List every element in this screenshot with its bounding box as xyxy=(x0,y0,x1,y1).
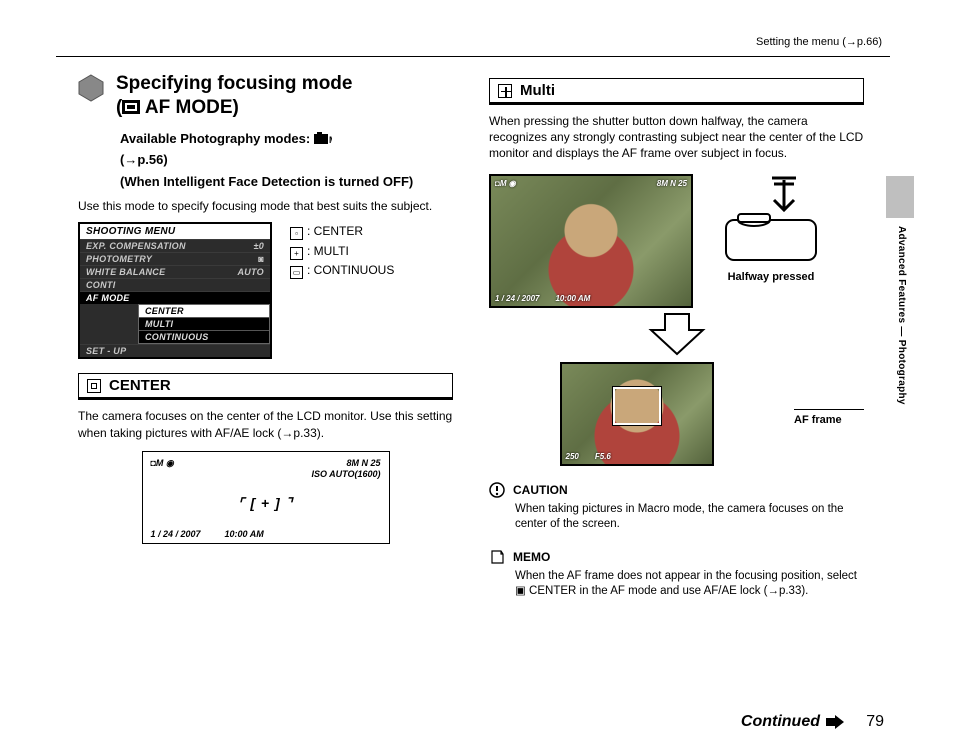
legend-center: : CENTER xyxy=(307,224,363,238)
multi-icon xyxy=(498,84,512,98)
shooting-menu-header: SHOOTING MENU xyxy=(80,224,270,239)
memo-heading: MEMO xyxy=(489,549,864,565)
multi-title: Multi xyxy=(520,82,555,99)
sample-photo-after: 250 F5.6 xyxy=(560,362,714,466)
lcd-mode: ◘M ◉ xyxy=(151,458,174,469)
center-glyph-icon: ▫ xyxy=(290,227,303,240)
hexagon-icon xyxy=(78,74,104,102)
caution-body: When taking pictures in Macro mode, the … xyxy=(515,502,864,533)
camera-mode-icon: M xyxy=(314,132,332,144)
right-column: Multi When pressing the shutter button d… xyxy=(489,72,864,719)
menu-and-legend: SHOOTING MENU EXP. COMPENSATION±0 PHOTOM… xyxy=(78,222,453,359)
photo2-shutter: 250 xyxy=(566,452,579,461)
side-section-label: Advanced Features — Photography xyxy=(896,226,907,405)
center-rule xyxy=(78,399,453,400)
photo1-date: 1 / 24 / 2007 xyxy=(495,294,539,303)
multi-section-heading: Multi xyxy=(489,78,864,104)
photo1-quality: 8M N 25 xyxy=(657,179,687,188)
content-columns: Specifying focusing mode ( AF MODE) Avai… xyxy=(78,72,864,719)
af-frame-callout: AF frame xyxy=(794,401,864,426)
lcd-time: 10:00 AM xyxy=(225,529,264,539)
center-lcd-preview: ◘M ◉ 8M N 25 ISO AUTO(1600) ⌜ [ + ] ⌝ 1 … xyxy=(142,451,390,544)
heading-line2b: AF MODE) xyxy=(140,97,239,118)
shutter-diagram: Halfway pressed xyxy=(711,174,831,283)
legend-continuous: : CONTINUOUS xyxy=(307,263,394,277)
menu-row-setup: SET - UP xyxy=(80,344,270,357)
submenu-multi: MULTI xyxy=(139,317,269,330)
available-modes-text: Available Photography modes: xyxy=(120,131,314,146)
af-mode-icon xyxy=(122,100,140,114)
multi-illustration-bottom: 250 F5.6 AF frame xyxy=(489,362,864,466)
center-body: The camera focuses on the center of the … xyxy=(78,408,453,440)
multi-illustration-top: ◘M ◉ 8M N 25 1 / 24 / 2007 10:00 AM xyxy=(489,174,864,308)
down-arrow-icon xyxy=(647,312,707,356)
multi-body: When pressing the shutter button down ha… xyxy=(489,113,864,162)
menu-row-conti: CONTI xyxy=(80,278,270,291)
submenu-continuous: CONTINUOUS xyxy=(139,330,269,343)
face-detect-note: (When Intelligent Face Detection is turn… xyxy=(120,173,453,191)
available-modes-ref: (→p.56) xyxy=(120,151,453,169)
af-frame-overlay xyxy=(613,387,661,425)
multi-rule xyxy=(489,104,864,105)
photo1-mode: ◘M ◉ xyxy=(495,179,516,188)
left-column: Specifying focusing mode ( AF MODE) Avai… xyxy=(78,72,453,719)
memo-body: When the AF frame does not appear in the… xyxy=(515,569,864,600)
photo1-time: 10:00 AM xyxy=(555,294,590,303)
page: Setting the menu (→p.66) Advanced Featur… xyxy=(0,0,954,755)
caution-title: CAUTION xyxy=(513,483,568,497)
page-number: 79 xyxy=(866,713,884,731)
heading-text: Specifying focusing mode ( AF MODE) xyxy=(116,72,352,120)
continued-text: Continued xyxy=(741,713,820,731)
menu-row-exp: EXP. COMPENSATION±0 xyxy=(80,239,270,252)
thumb-tab xyxy=(886,176,914,218)
af-mode-submenu: CENTER MULTI CONTINUOUS xyxy=(138,304,270,344)
menu-row-wb: WHITE BALANCEAUTO xyxy=(80,265,270,278)
caution-icon xyxy=(489,482,505,498)
available-modes-line: Available Photography modes: M xyxy=(120,130,453,148)
intro-text: Use this mode to specify focusing mode t… xyxy=(78,198,453,214)
lcd-af-target: ⌜ [ + ] ⌝ xyxy=(151,479,381,529)
shutter-press-icon xyxy=(716,174,826,264)
photo2-aperture: F5.6 xyxy=(595,452,611,461)
caution-heading: CAUTION xyxy=(489,482,864,498)
center-section-heading: CENTER xyxy=(78,373,453,399)
menu-row-af-mode: AF MODE xyxy=(80,291,270,304)
shooting-menu-screenshot: SHOOTING MENU EXP. COMPENSATION±0 PHOTOM… xyxy=(78,222,272,359)
center-title: CENTER xyxy=(109,377,171,394)
af-frame-label: AF frame xyxy=(794,414,864,426)
header-reference: Setting the menu (→p.66) xyxy=(756,36,882,48)
main-heading: Specifying focusing mode ( AF MODE) xyxy=(78,72,453,120)
svg-text:M: M xyxy=(329,135,332,144)
af-mode-legend: ▫ : CENTER + : MULTI ▭ : CONTINUOUS xyxy=(290,222,394,280)
submenu-center: CENTER xyxy=(139,305,269,317)
heading-line1: Specifying focusing mode xyxy=(116,73,352,94)
memo-icon xyxy=(489,549,505,565)
continued-arrow-icon xyxy=(826,715,844,729)
center-icon xyxy=(87,379,101,393)
sample-photo-before: ◘M ◉ 8M N 25 1 / 24 / 2007 10:00 AM xyxy=(489,174,693,308)
lcd-iso: ISO AUTO(1600) xyxy=(151,469,381,479)
lcd-date: 1 / 24 / 2007 xyxy=(151,529,201,539)
lcd-quality: 8M N 25 xyxy=(346,458,380,469)
continued-indicator: Continued xyxy=(741,713,844,731)
continuous-glyph-icon: ▭ xyxy=(290,266,303,279)
menu-row-photometry: PHOTOMETRY◙ xyxy=(80,252,270,265)
halfway-label: Halfway pressed xyxy=(711,271,831,283)
header-rule xyxy=(56,56,890,57)
multi-glyph-icon: + xyxy=(290,247,303,260)
legend-multi: : MULTI xyxy=(307,244,349,258)
memo-title: MEMO xyxy=(513,550,550,564)
